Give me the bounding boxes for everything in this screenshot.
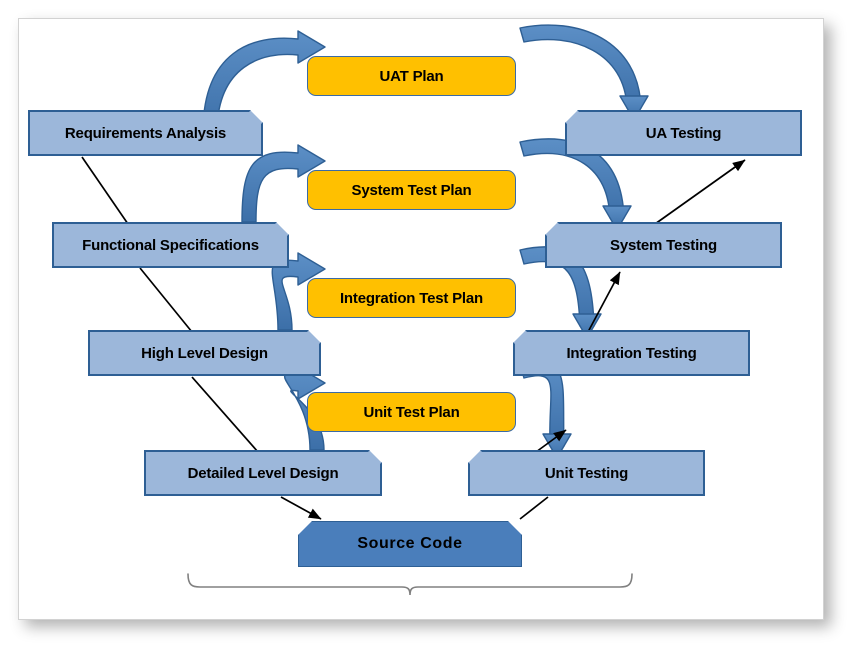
plan-uat-plan[interactable]: UAT Plan (307, 56, 516, 96)
plan-label: Integration Test Plan (339, 289, 484, 307)
plan-label: System Test Plan (351, 181, 472, 199)
connector-system-to-ua-testing (654, 159, 746, 225)
stage-system-testing[interactable]: System Testing (545, 222, 782, 268)
stage-label: Detailed Level Design (187, 464, 339, 482)
plan-label: Unit Test Plan (363, 403, 460, 421)
stage-functional-specifications[interactable]: Functional Specifications (52, 222, 289, 268)
v-model-diagram-page: Requirements Analysis Functional Specifi… (0, 0, 860, 669)
connector-detailed-to-source-code (280, 496, 322, 520)
stage-unit-testing[interactable]: Unit Testing (468, 450, 705, 496)
plan-integration-test-plan[interactable]: Integration Test Plan (307, 278, 516, 318)
connector-functional-to-high-level (139, 267, 193, 333)
stage-detailed-level-design[interactable]: Detailed Level Design (144, 450, 382, 496)
stage-requirements-analysis[interactable]: Requirements Analysis (28, 110, 263, 156)
plan-label: UAT Plan (379, 67, 444, 85)
stage-label: Integration Testing (566, 344, 697, 362)
connector-source-code-to-unit-testing (519, 496, 549, 520)
stage-label: High Level Design (141, 344, 268, 362)
plan-system-test-plan[interactable]: System Test Plan (307, 170, 516, 210)
stage-label: Requirements Analysis (64, 124, 227, 142)
stage-ua-testing[interactable]: UA Testing (565, 110, 802, 156)
plan-unit-test-plan[interactable]: Unit Test Plan (307, 392, 516, 432)
connector-high-level-to-detailed (191, 376, 259, 453)
stage-label: UA Testing (645, 124, 722, 142)
curved-arrow-uat-plan-to-ua-testing (519, 24, 649, 121)
stage-label: System Testing (610, 236, 717, 254)
stage-label: Functional Specifications (82, 236, 259, 254)
output-source-code[interactable]: Source Code (298, 521, 522, 567)
bottom-brace (187, 573, 633, 596)
output-label: Source Code (357, 535, 463, 552)
stage-high-level-design[interactable]: High Level Design (88, 330, 321, 376)
stage-label: Unit Testing (544, 464, 629, 482)
stage-integration-testing[interactable]: Integration Testing (513, 330, 750, 376)
connector-requirements-to-functional (81, 156, 129, 225)
